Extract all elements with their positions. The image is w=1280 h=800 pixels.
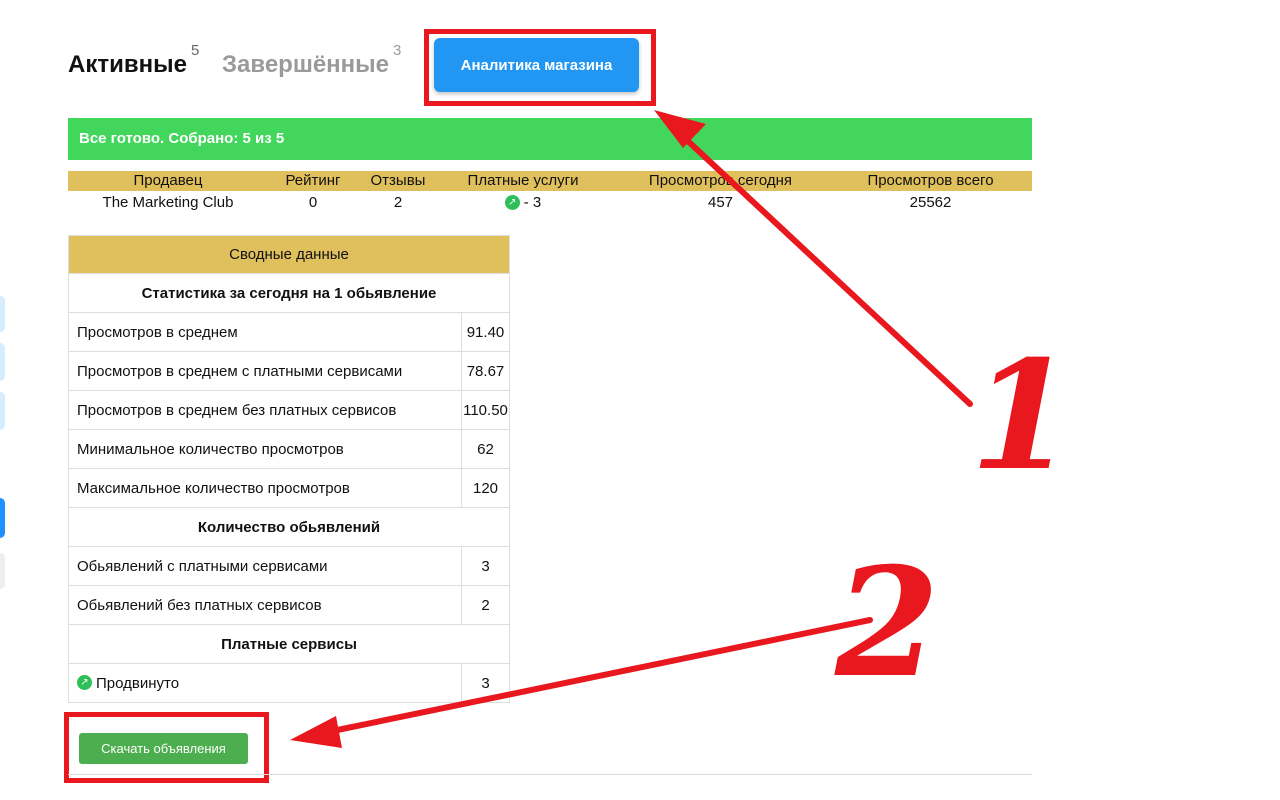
summary-row-value: 3 — [461, 663, 510, 703]
summary-row: Просмотров в среднем с платными сервисам… — [68, 351, 510, 391]
summary-title: Сводные данные — [68, 235, 510, 274]
header-views-today: Просмотров сегодня — [648, 172, 793, 189]
summary-row-value: 2 — [461, 585, 510, 625]
summary-row-value: 62 — [461, 429, 510, 469]
summary-row: Обьявлений без платных сервисов 2 — [68, 585, 510, 625]
tab-completed-label: Завершённые — [222, 51, 390, 78]
summary-row-label: Просмотров в среднем — [68, 312, 462, 352]
summary-row-label: Просмотров в среднем без платных сервисо… — [68, 390, 462, 430]
summary-table: Сводные данные Статистика за сегодня на … — [68, 235, 510, 703]
shop-analytics-button[interactable]: Аналитика магазина — [434, 38, 639, 92]
left-edge-widget — [0, 553, 5, 589]
summary-section-heading: Платные сервисы — [68, 624, 510, 664]
download-listings-button[interactable]: Скачать объявления — [79, 733, 248, 764]
seller-paid-services-value: - 3 — [523, 194, 542, 211]
summary-section-heading: Количество обьявлений — [68, 507, 510, 547]
summary-row: Минимальное количество просмотров 62 — [68, 429, 510, 469]
summary-row-label: Обьявлений без платных сервисов — [68, 585, 462, 625]
tab-completed[interactable]: Завершённые3 — [222, 42, 401, 79]
seller-table-header: Продавец Рейтинг Отзывы Платные услуги П… — [68, 171, 1032, 191]
summary-row-label: Максимальное количество просмотров — [68, 468, 462, 508]
summary-row: Обьявлений с платными сервисами 3 — [68, 546, 510, 586]
tab-completed-count: 3 — [393, 42, 402, 59]
promote-arrow-icon: ↗ — [77, 675, 92, 691]
left-edge-widget[interactable] — [0, 498, 5, 538]
summary-row-value: 78.67 — [461, 351, 510, 391]
summary-row: Просмотров в среднем без платных сервисо… — [68, 390, 510, 430]
header-views-total: Просмотров всего — [867, 172, 994, 189]
seller-paid-services: ↗ - 3 — [448, 193, 598, 213]
seller-views-today: 457 — [707, 194, 734, 211]
summary-row-value: 110.50 — [461, 390, 510, 430]
header-reviews: Отзывы — [370, 172, 426, 189]
tab-active-count: 5 — [190, 42, 200, 59]
seller-rating: 0 — [308, 194, 318, 211]
tab-active[interactable]: Активные5 — [68, 42, 199, 79]
summary-row-label-promoted: ↗ Продвинуто — [68, 663, 462, 703]
seller-name: The Marketing Club — [102, 194, 234, 211]
summary-row-label: Продвинуто — [96, 674, 180, 692]
summary-row-label: Просмотров в среднем с платными сервисам… — [68, 351, 462, 391]
left-edge-widget — [0, 343, 5, 381]
seller-reviews: 2 — [393, 194, 403, 211]
left-edge-widget — [0, 296, 5, 332]
header-paid-services: Платные услуги — [467, 172, 579, 189]
summary-row: ↗ Продвинуто 3 — [68, 663, 510, 703]
summary-row-value: 3 — [461, 546, 510, 586]
annotation-number-1: 1 — [970, 328, 1074, 504]
summary-section-heading: Статистика за сегодня на 1 обьявление — [68, 273, 510, 313]
summary-row: Просмотров в среднем 91.40 — [68, 312, 510, 352]
seller-views-total: 25562 — [909, 194, 952, 211]
annotation-number-2: 2 — [834, 535, 939, 711]
seller-table-row: The Marketing Club 0 2 ↗ - 3 457 25562 — [68, 193, 1032, 213]
left-edge-widget — [0, 392, 5, 430]
summary-row: Максимальное количество просмотров 120 — [68, 468, 510, 508]
promote-arrow-icon: ↗ — [504, 194, 520, 210]
summary-row-label: Минимальное количество просмотров — [68, 429, 462, 469]
status-banner: Все готово. Собрано: 5 из 5 — [68, 118, 1032, 160]
header-seller: Продавец — [133, 172, 203, 189]
header-rating: Рейтинг — [285, 172, 341, 189]
summary-row-value: 91.40 — [461, 312, 510, 352]
tab-active-label: Активные — [68, 51, 187, 78]
summary-row-value: 120 — [461, 468, 510, 508]
summary-row-label: Обьявлений с платными сервисами — [68, 546, 462, 586]
divider — [68, 774, 1032, 775]
